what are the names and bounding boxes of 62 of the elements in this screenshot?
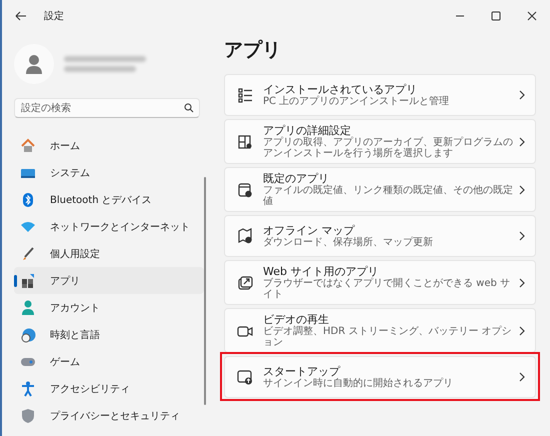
nav-item[interactable]: アプリ	[14, 267, 204, 294]
card-title: オフライン マップ	[263, 224, 356, 237]
nav-icon	[20, 192, 36, 208]
nav-item[interactable]: プライバシーとセキュリティ	[14, 402, 204, 429]
scrollbar[interactable]	[204, 177, 206, 405]
nav-icon	[20, 246, 36, 262]
card-title: アプリの詳細設定	[263, 124, 351, 137]
page-heading: アプリ	[224, 38, 282, 63]
back-arrow-icon	[14, 10, 26, 22]
card-title: 既定のアプリ	[263, 172, 329, 185]
nav-item[interactable]: システム	[14, 159, 204, 186]
settings-card[interactable]: アプリの詳細設定 アプリの取得、アプリのアーカイブ、更新プログラムのアンインストールを行う場所を選択します	[224, 119, 536, 164]
card-description: PC 上のアプリのアンインストールと管理	[263, 96, 450, 107]
person-icon	[24, 54, 44, 74]
card-title: インストールされているアプリ	[263, 83, 418, 96]
card-title: スタートアップ	[263, 365, 342, 378]
card-title: Web サイト用のアプリ	[263, 265, 378, 278]
maximize-icon	[491, 11, 501, 21]
settings-card[interactable]: オフライン マップ ダウンロード、保存場所、マップ更新	[224, 215, 536, 257]
card-description: ブラウザーではなくアプリで開くことができる web サイト	[263, 278, 512, 300]
nav-item[interactable]: アカウント	[14, 294, 204, 321]
nav-item[interactable]: アクセシビリティ	[14, 375, 204, 402]
nav-item[interactable]: Bluetooth とデバイス	[14, 186, 204, 213]
card-description: ファイルの既定値、リンク種類の既定値、その他の既定値	[263, 185, 513, 207]
nav-icon	[20, 272, 36, 288]
nav-item[interactable]: ホーム	[14, 132, 204, 159]
card-icon	[237, 228, 253, 244]
chevron-right-icon	[517, 326, 527, 336]
settings-card[interactable]: ビデオの再生 ビデオ調整、HDR ストリーミング、バッテリー オプション	[224, 308, 536, 353]
window-title: 設定	[44, 10, 65, 23]
search-field[interactable]: 設定の検索	[14, 98, 200, 118]
card-icon	[237, 182, 253, 198]
card-icon	[237, 274, 253, 290]
nav-icon	[20, 408, 36, 424]
settings-card[interactable]: Web サイト用のアプリ ブラウザーではなくアプリで開くことができる web サイト	[224, 260, 536, 305]
card-description: ビデオ調整、HDR ストリーミング、バッテリー オプション	[263, 326, 513, 348]
nav-icon	[20, 138, 36, 154]
card-description: ダウンロード、保存場所、マップ更新	[263, 237, 434, 248]
card-icon	[237, 87, 253, 103]
nav-item[interactable]: ネットワークとインターネット	[14, 213, 204, 240]
nav-item[interactable]: 個人用設定	[14, 240, 204, 267]
chevron-right-icon	[517, 231, 527, 241]
chevron-right-icon	[517, 136, 527, 146]
nav-icon	[20, 300, 36, 316]
nav-icon	[20, 380, 36, 396]
chevron-right-icon	[517, 372, 527, 382]
settings-card[interactable]: 既定のアプリ ファイルの既定値、リンク種類の既定値、その他の既定値	[224, 167, 536, 212]
chevron-right-icon	[517, 184, 527, 194]
nav-item[interactable]: 時刻と言語	[14, 321, 204, 348]
card-description: アプリの取得、アプリのアーカイブ、更新プログラムのアンインストールを行う場所を選択します	[263, 137, 513, 159]
settings-card[interactable]: インストールされているアプリ PC 上のアプリのアンインストールと管理	[224, 74, 536, 116]
card-icon	[237, 134, 253, 150]
card-icon	[237, 369, 253, 385]
search-icon	[184, 103, 194, 113]
chevron-right-icon	[517, 90, 527, 100]
card-description: サインイン時に自動的に開始されるアプリ	[263, 378, 454, 389]
card-title: ビデオの再生	[263, 313, 330, 326]
settings-card[interactable]: スタートアップ サインイン時に自動的に開始されるアプリ	[224, 356, 536, 398]
chevron-right-icon	[517, 278, 527, 288]
close-icon	[527, 11, 537, 21]
nav-item[interactable]: ゲーム	[14, 348, 204, 375]
nav-icon	[20, 326, 36, 342]
